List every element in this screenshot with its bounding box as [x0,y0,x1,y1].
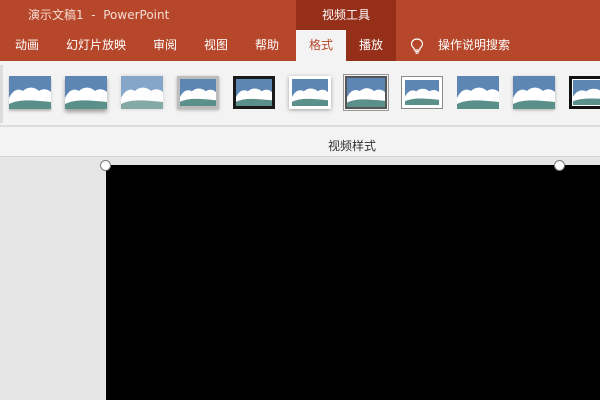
tab-slide-show[interactable]: 幻灯片放映 [66,30,126,61]
video-object[interactable] [106,165,600,400]
video-style-plain[interactable] [9,76,51,109]
landscape-thumbnail [180,79,216,106]
gallery-edge [0,65,3,123]
landscape-thumbnail [405,80,439,105]
ribbon-panel: 视频样式 [0,61,600,157]
resize-handle-top-middle[interactable] [554,160,565,171]
tab-format[interactable]: 格式 [296,30,346,61]
landscape-thumbnail [121,76,163,109]
gallery-divider [0,125,600,127]
landscape-thumbnail [457,76,499,109]
tab-review[interactable]: 审阅 [153,30,177,61]
tab-view[interactable]: 视图 [204,30,228,61]
video-tools-context-area: 播放 [346,30,396,61]
lightbulb-icon[interactable] [410,38,424,54]
video-style-double-frame[interactable] [343,74,389,111]
ribbon-tab-bar: 动画 幻灯片放映 审阅 视图 帮助 格式 播放 操作说明搜索 [0,30,600,61]
video-style-bevel[interactable] [513,76,555,109]
title-bar: 演示文稿1 - PowerPoint 视频工具 [0,0,600,30]
landscape-thumbnail [65,76,107,109]
video-styles-group-label: 视频样式 [327,139,376,153]
tab-playback[interactable]: 播放 [346,30,396,61]
video-style-white-frame[interactable] [289,76,331,109]
landscape-thumbnail [9,76,51,109]
tab-animations[interactable]: 动画 [15,30,39,61]
video-styles-gallery [0,61,600,127]
landscape-thumbnail [347,78,385,107]
video-style-thick-frame[interactable] [177,76,219,109]
tell-me-search[interactable]: 操作说明搜索 [438,30,510,61]
landscape-thumbnail [572,79,600,106]
video-style-soft-edge[interactable] [121,76,163,109]
video-style-white-matte[interactable] [401,76,443,109]
landscape-thumbnail [292,79,328,106]
video-style-soft-shadow[interactable] [65,76,107,109]
slide-editing-area [0,158,600,400]
landscape-thumbnail [236,79,272,106]
landscape-thumbnail [513,76,555,109]
video-tools-context-label: 视频工具 [296,0,396,30]
tab-help[interactable]: 帮助 [255,30,279,61]
video-style-reflection[interactable] [457,76,499,109]
resize-handle-top-left[interactable] [100,160,111,171]
video-style-black-border[interactable] [569,76,600,109]
window-title: 演示文稿1 - PowerPoint [28,8,170,22]
video-style-black-frame[interactable] [233,76,275,109]
